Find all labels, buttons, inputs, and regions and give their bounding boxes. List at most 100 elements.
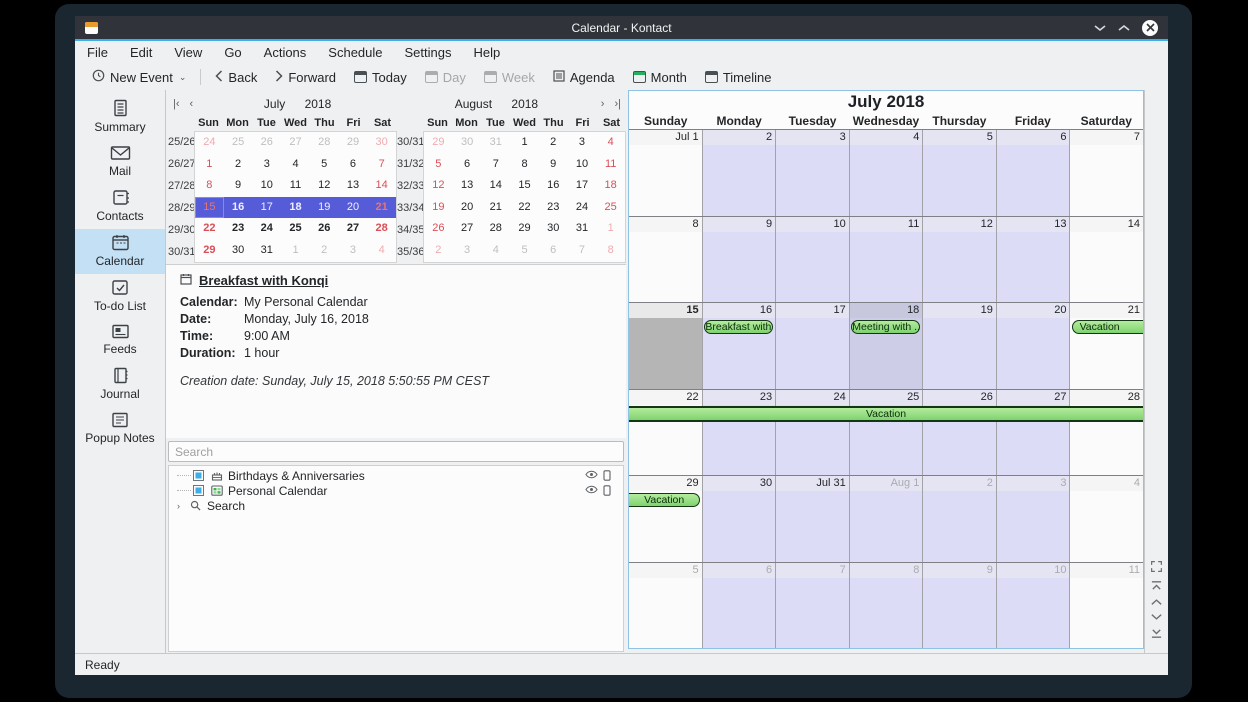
day-cell[interactable]: 5 — [510, 240, 539, 262]
day-cell[interactable]: 5 — [310, 154, 339, 176]
month-cell[interactable]: 13 — [996, 217, 1070, 303]
day-cell[interactable]: 6 — [453, 154, 482, 176]
fit-view-icon[interactable] — [1150, 560, 1163, 573]
day-cell[interactable]: 26 — [252, 132, 281, 154]
month-cell[interactable]: 20 — [996, 303, 1070, 389]
day-cell[interactable]: 7 — [568, 240, 597, 262]
back-button[interactable]: Back — [206, 65, 266, 89]
day-cell[interactable]: 24 — [568, 197, 597, 219]
day-cell[interactable]: 25 — [281, 218, 310, 240]
day-cell[interactable]: 8 — [195, 175, 224, 197]
day-cell[interactable]: 16 — [224, 197, 253, 219]
search-input[interactable] — [168, 441, 624, 462]
day-cell[interactable]: 27 — [281, 132, 310, 154]
day-view-button[interactable]: Day — [416, 65, 475, 89]
menu-item-help[interactable]: Help — [474, 45, 501, 60]
month-cell[interactable]: 12 — [922, 217, 996, 303]
eye-icon[interactable] — [585, 470, 598, 481]
day-cell[interactable]: 29 — [510, 218, 539, 240]
week-number[interactable]: 31/32 — [397, 153, 423, 175]
day-cell[interactable]: 2 — [424, 240, 453, 262]
day-cell[interactable]: 17 — [568, 175, 597, 197]
day-cell[interactable]: 23 — [539, 197, 568, 219]
menu-item-view[interactable]: View — [174, 45, 202, 60]
calendar-checkbox[interactable] — [193, 485, 204, 496]
day-cell[interactable]: 8 — [510, 154, 539, 176]
week-number[interactable]: 30/31 — [397, 131, 423, 153]
sidebar-item-journal[interactable]: Journal — [75, 362, 165, 407]
day-cell[interactable]: 13 — [453, 175, 482, 197]
month-cell[interactable]: 21 — [1069, 303, 1143, 389]
scroll-up-icon[interactable] — [1150, 598, 1163, 606]
day-cell[interactable]: 6 — [339, 154, 368, 176]
month-cell[interactable]: 26 — [922, 390, 996, 476]
month-cell[interactable]: 17 — [775, 303, 849, 389]
week-number[interactable]: 32/33 — [397, 175, 423, 197]
month-cell[interactable]: 4 — [1069, 476, 1143, 562]
day-cell[interactable]: 2 — [539, 132, 568, 154]
month-cell[interactable]: Jul 31 — [775, 476, 849, 562]
menu-item-go[interactable]: Go — [224, 45, 241, 60]
month-cell[interactable]: 11 — [849, 217, 923, 303]
day-cell[interactable]: 5 — [424, 154, 453, 176]
day-cell[interactable]: 6 — [539, 240, 568, 262]
day-cell[interactable]: 8 — [596, 240, 625, 262]
day-cell[interactable]: 28 — [367, 218, 396, 240]
calendar-list-item-personal-calendar[interactable]: Personal Calendar — [169, 483, 623, 498]
month-cell[interactable]: 6 — [996, 130, 1070, 216]
day-cell[interactable]: 3 — [252, 154, 281, 176]
month-cell[interactable]: 22 — [629, 390, 702, 476]
eye-icon[interactable] — [585, 485, 598, 496]
day-cell[interactable]: 28 — [481, 218, 510, 240]
month-cell[interactable]: 6 — [702, 563, 776, 649]
week-number[interactable]: 29/30 — [168, 219, 194, 241]
month-view-button[interactable]: Month — [624, 65, 696, 89]
sidebar-item-to-do-list[interactable]: To-do List — [75, 274, 165, 319]
day-cell[interactable]: 12 — [310, 175, 339, 197]
day-cell[interactable]: 24 — [252, 218, 281, 240]
menu-item-schedule[interactable]: Schedule — [328, 45, 382, 60]
week-number[interactable]: 27/28 — [168, 175, 194, 197]
day-cell[interactable]: 30 — [224, 240, 253, 262]
month-cell[interactable]: 29 — [629, 476, 702, 562]
day-cell[interactable]: 7 — [481, 154, 510, 176]
month-cell[interactable]: 19 — [922, 303, 996, 389]
day-cell[interactable]: 30 — [539, 218, 568, 240]
day-cell[interactable]: 9 — [539, 154, 568, 176]
day-cell[interactable]: 30 — [367, 132, 396, 154]
day-cell[interactable]: 23 — [224, 218, 253, 240]
month-cell[interactable]: 2 — [922, 476, 996, 562]
menu-item-edit[interactable]: Edit — [130, 45, 152, 60]
minimize-button[interactable] — [1094, 24, 1106, 32]
day-cell[interactable]: 24 — [195, 132, 224, 154]
day-cell[interactable]: 2 — [310, 240, 339, 262]
month-cell[interactable]: 8 — [629, 217, 702, 303]
day-cell[interactable]: 4 — [281, 154, 310, 176]
month-cell[interactable]: 2 — [702, 130, 776, 216]
sidebar-item-popup-notes[interactable]: Popup Notes — [75, 407, 165, 451]
day-cell[interactable]: 19 — [310, 197, 339, 219]
day-cell[interactable]: 31 — [568, 218, 597, 240]
event-vacation[interactable]: Vacation — [629, 406, 1143, 422]
device-icon[interactable] — [603, 470, 611, 481]
day-cell[interactable]: 4 — [596, 132, 625, 154]
event-title[interactable]: Breakfast with Konqi — [199, 273, 328, 288]
event-vacation[interactable]: Vacation — [1072, 320, 1143, 334]
close-button[interactable] — [1142, 20, 1158, 36]
month-cell[interactable]: 7 — [1069, 130, 1143, 216]
day-cell[interactable]: 19 — [424, 197, 453, 219]
sidebar-item-summary[interactable]: Summary — [75, 94, 165, 140]
month-cell[interactable]: 30 — [702, 476, 776, 562]
prev-year-button[interactable]: |‹ — [168, 98, 185, 110]
scroll-bottom-icon[interactable] — [1150, 628, 1163, 639]
day-cell[interactable]: 27 — [339, 218, 368, 240]
month-cell[interactable]: 8 — [849, 563, 923, 649]
month-cell[interactable]: 10 — [996, 563, 1070, 649]
day-cell[interactable]: 17 — [252, 197, 281, 219]
month-cell[interactable]: 9 — [922, 563, 996, 649]
month-cell[interactable]: 5 — [922, 130, 996, 216]
day-cell[interactable]: 27 — [453, 218, 482, 240]
calendar-list-item-birthdays-anniversaries[interactable]: Birthdays & Anniversaries — [169, 468, 623, 483]
day-cell[interactable]: 22 — [510, 197, 539, 219]
day-cell[interactable]: 18 — [596, 175, 625, 197]
